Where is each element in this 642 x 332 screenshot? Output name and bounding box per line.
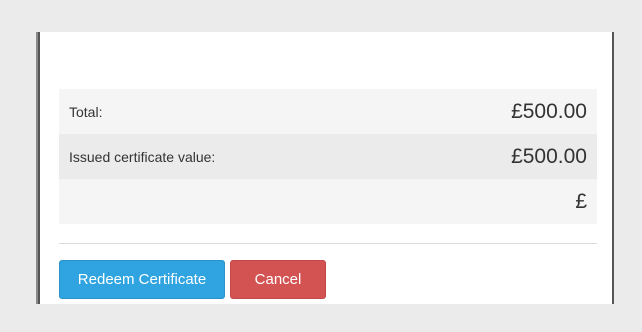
redeem-certificate-button[interactable]: Redeem Certificate: [59, 260, 225, 299]
cancel-button[interactable]: Cancel: [230, 260, 326, 299]
remaining-row: £: [59, 179, 597, 224]
certificate-summary-table: Total: £500.00 Issued certificate value:…: [59, 89, 597, 224]
issued-value-label: Issued certificate value:: [69, 148, 216, 165]
issued-value-row: Issued certificate value: £500.00: [59, 134, 597, 179]
issued-value-amount: £500.00: [511, 144, 587, 168]
total-value: £500.00: [511, 99, 587, 123]
redeem-certificate-modal: Total: £500.00 Issued certificate value:…: [38, 32, 614, 304]
total-label: Total:: [69, 103, 103, 120]
total-row: Total: £500.00: [59, 89, 597, 134]
footer-divider: [59, 243, 597, 244]
remaining-value: £: [575, 189, 587, 213]
